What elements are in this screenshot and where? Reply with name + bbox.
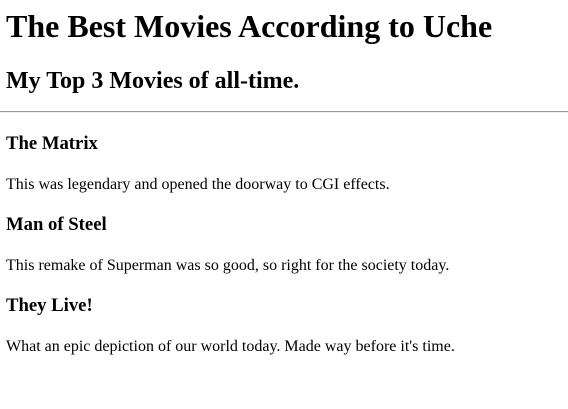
- movie-description: What an epic depiction of our world toda…: [6, 338, 455, 355]
- movie-title: They Live!: [6, 295, 93, 316]
- movie-description: This remake of Superman was so good, so …: [6, 257, 450, 274]
- movie-item-the-matrix: The Matrix This was legendary and opened…: [6, 133, 562, 194]
- page-content: The Best Movies According to Uche My Top…: [0, 8, 568, 356]
- movie-item-man-of-steel: Man of Steel This remake of Superman was…: [6, 214, 562, 275]
- movie-item-they-live: They Live! What an epic depiction of our…: [6, 295, 562, 356]
- page-subtitle: My Top 3 Movies of all-time.: [6, 68, 300, 94]
- movie-description: This was legendary and opened the doorwa…: [6, 176, 390, 193]
- page-title: The Best Movies According to Uche: [6, 8, 493, 44]
- movie-title: The Matrix: [6, 133, 98, 154]
- horizontal-divider: [0, 111, 568, 113]
- movie-title: Man of Steel: [6, 214, 107, 235]
